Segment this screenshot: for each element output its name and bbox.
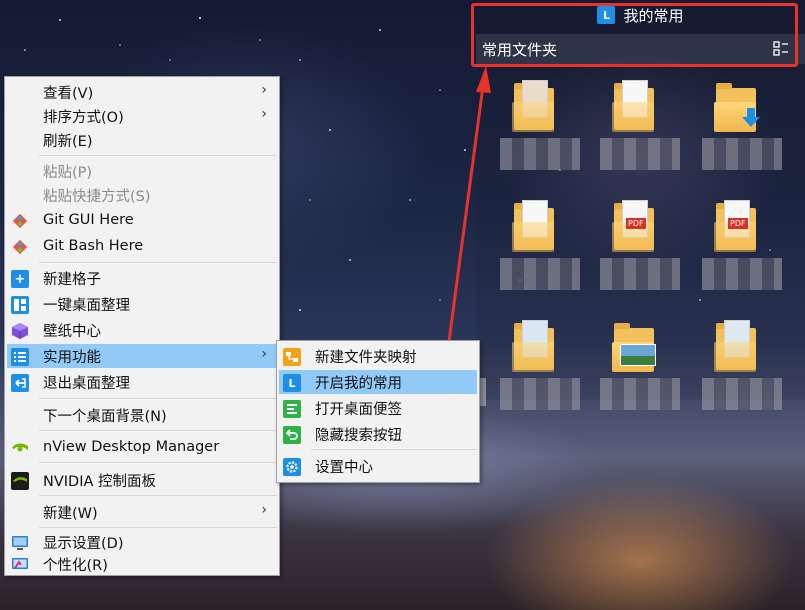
submenu-item-enable-my-favorites[interactable]: L 开启我的常用 xyxy=(279,370,477,394)
menu-item-label: 查看(V) xyxy=(43,85,94,102)
submenu-item-open-sticky-note[interactable]: 打开桌面便签 xyxy=(279,396,477,420)
menu-item-label: 下一个桌面背景(N) xyxy=(43,408,167,425)
menu-item-label: nView Desktop Manager xyxy=(43,439,220,455)
menu-item-label: 隐藏搜索按钮 xyxy=(315,427,402,444)
folder-tile[interactable] xyxy=(500,312,580,422)
chevron-right-icon: › xyxy=(261,502,267,518)
menu-item-label: 粘贴快捷方式(S) xyxy=(43,188,151,205)
menu-item-paste-shortcut: 粘贴快捷方式(S) xyxy=(7,183,277,207)
chevron-right-icon: › xyxy=(261,82,267,98)
menu-item-label: 粘贴(P) xyxy=(43,164,93,181)
menu-item-label: NVIDIA 控制面板 xyxy=(43,473,157,490)
menu-item-label: 打开桌面便签 xyxy=(315,401,402,418)
folder-tile[interactable] xyxy=(500,192,580,302)
fence-l-icon: L xyxy=(283,374,301,392)
menu-item-sort-by[interactable]: 排序方式(O) › xyxy=(7,104,277,128)
menu-divider xyxy=(39,527,277,528)
menu-item-next-background[interactable]: 下一个桌面背景(N) xyxy=(7,403,277,427)
menu-divider xyxy=(39,495,277,496)
git-icon xyxy=(12,213,28,229)
folder-map-icon xyxy=(283,348,301,366)
menu-item-label: 退出桌面整理 xyxy=(43,375,130,392)
git-icon xyxy=(12,239,28,255)
menu-item-git-gui[interactable]: Git GUI Here xyxy=(7,208,277,232)
plus-icon: + xyxy=(11,270,29,288)
display-icon xyxy=(12,536,28,550)
menu-item-new[interactable]: 新建(W) › xyxy=(7,500,277,524)
blurred-label xyxy=(600,378,680,410)
menu-item-label: 设置中心 xyxy=(315,459,373,476)
folder-tile[interactable] xyxy=(702,312,782,422)
exit-icon xyxy=(11,374,29,392)
blurred-label xyxy=(600,138,680,170)
folder-tile[interactable] xyxy=(500,72,580,182)
menu-item-label: 新建文件夹映射 xyxy=(315,349,417,366)
blurred-label xyxy=(702,258,782,290)
annotation-highlight-box xyxy=(471,3,798,67)
nvidia-icon xyxy=(11,472,29,490)
grid-layout-icon xyxy=(11,296,29,314)
settings-gear-icon xyxy=(283,458,301,476)
nvidia-icon xyxy=(12,443,28,452)
blurred-label xyxy=(500,258,580,290)
folder-tile[interactable]: PDF xyxy=(702,192,782,302)
menu-divider xyxy=(39,262,277,263)
menu-item-wallpaper-center[interactable]: 壁纸中心 xyxy=(7,318,277,342)
menu-divider xyxy=(39,155,277,156)
menu-item-label: Git Bash Here xyxy=(43,238,144,254)
menu-item-display-settings[interactable]: 显示设置(D) xyxy=(7,530,277,554)
menu-item-nview[interactable]: nView Desktop Manager xyxy=(7,435,277,459)
folder-pdf-icon: PDF xyxy=(728,218,748,229)
menu-item-nvidia-control-panel[interactable]: NVIDIA 控制面板 xyxy=(7,468,277,492)
menu-item-label: 显示设置(D) xyxy=(43,535,124,552)
blurred-label xyxy=(600,258,680,290)
menu-item-one-click-organize[interactable]: 一键桌面整理 xyxy=(7,292,277,316)
folder-tile[interactable]: PDF xyxy=(600,192,680,302)
folder-images-icon xyxy=(620,344,656,366)
menu-item-label: 壁纸中心 xyxy=(43,323,101,340)
menu-item-label: 排序方式(O) xyxy=(43,109,124,126)
submenu-item-new-folder-mapping[interactable]: 新建文件夹映射 xyxy=(279,344,477,368)
folder-pdf-icon: PDF xyxy=(626,218,646,229)
menu-item-view[interactable]: 查看(V) › xyxy=(7,80,277,104)
menu-item-exit-organize[interactable]: 退出桌面整理 xyxy=(7,370,277,394)
folder-download-icon xyxy=(742,108,760,127)
blurred-label xyxy=(702,138,782,170)
folder-tile[interactable] xyxy=(600,72,680,182)
submenu-item-settings-center[interactable]: 设置中心 xyxy=(279,454,477,478)
cube-icon xyxy=(12,323,28,339)
desktop-context-menu: 查看(V) › 排序方式(O) › 刷新(E) 粘贴(P) 粘贴快捷方式(S) … xyxy=(4,76,280,576)
blurred-label xyxy=(702,378,782,410)
personalize-icon xyxy=(12,558,28,569)
sticky-note-icon xyxy=(283,400,301,418)
menu-item-label: Git GUI Here xyxy=(43,212,134,228)
submenu-item-hide-search-button[interactable]: 隐藏搜索按钮 xyxy=(279,422,477,446)
menu-divider xyxy=(39,398,277,399)
menu-item-label: 刷新(E) xyxy=(43,133,93,150)
menu-item-new-fence[interactable]: + 新建格子 xyxy=(7,266,277,290)
menu-item-paste: 粘贴(P) xyxy=(7,159,277,183)
folder-tile[interactable] xyxy=(702,72,782,182)
utilities-submenu: 新建文件夹映射 L 开启我的常用 打开桌面便签 隐藏搜索按钮 设置中心 xyxy=(276,340,480,483)
menu-item-label: 实用功能 xyxy=(43,349,101,366)
menu-item-label: 新建格子 xyxy=(43,271,101,288)
chevron-right-icon: › xyxy=(261,346,267,362)
undo-icon xyxy=(283,426,301,444)
folder-tile[interactable] xyxy=(600,312,680,422)
menu-item-label: 一键桌面整理 xyxy=(43,297,130,314)
menu-item-git-bash[interactable]: Git Bash Here xyxy=(7,234,277,258)
chevron-right-icon: › xyxy=(261,106,267,122)
menu-divider xyxy=(39,462,277,463)
menu-item-refresh[interactable]: 刷新(E) xyxy=(7,128,277,152)
menu-item-personalize[interactable]: 个性化(R) xyxy=(7,552,277,576)
blurred-label xyxy=(500,378,580,410)
list-icon xyxy=(11,348,29,366)
menu-divider xyxy=(39,430,277,431)
blurred-label xyxy=(500,138,580,170)
menu-item-label: 新建(W) xyxy=(43,505,98,522)
menu-item-utilities[interactable]: 实用功能 › xyxy=(7,344,277,368)
menu-item-label: 开启我的常用 xyxy=(315,375,402,392)
menu-item-label: 个性化(R) xyxy=(43,557,108,574)
menu-divider xyxy=(311,449,477,450)
